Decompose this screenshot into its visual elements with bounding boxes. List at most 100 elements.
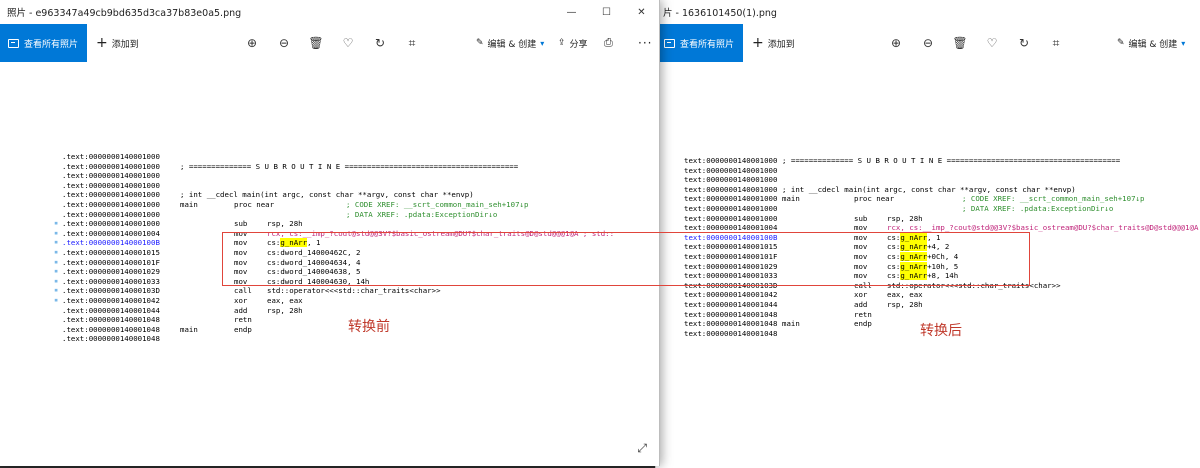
code-op: mov bbox=[234, 228, 248, 238]
code-op bbox=[854, 204, 887, 214]
add-to-button[interactable]: + 添加到 bbox=[87, 36, 139, 50]
more-button[interactable]: ··· bbox=[638, 24, 652, 62]
code-label bbox=[782, 204, 854, 214]
code-args: rsp, 28h bbox=[887, 213, 923, 223]
code-op: add bbox=[234, 305, 248, 315]
print-button[interactable]: ⎙ bbox=[604, 24, 613, 62]
code-addr: .text:0000000140001044 bbox=[62, 305, 160, 315]
share-button[interactable]: ⇪ 分享 bbox=[558, 24, 588, 62]
code-addr: .text:0000000140001004 bbox=[62, 228, 160, 238]
code-line: text:0000000140001042 xor eax, eax bbox=[684, 290, 1198, 300]
code-addr: text:0000000140001004 bbox=[684, 223, 778, 233]
rotate-icon[interactable]: ↻ bbox=[1008, 36, 1040, 50]
code-line: text:0000000140001000 ; ============== S … bbox=[684, 156, 1198, 166]
breakpoint-dot-icon: ▪ bbox=[54, 286, 59, 295]
code-addr: .text:000000014000100B bbox=[62, 238, 160, 248]
zoom-out-icon[interactable]: ⊖ bbox=[268, 36, 300, 50]
edit-create-button[interactable]: ✎ 编辑 & 创建 ▾ bbox=[476, 24, 544, 62]
code-line: .text:0000000140001033 mov cs:dword_140004… bbox=[54, 276, 614, 287]
code-op: call bbox=[234, 286, 252, 296]
code-label bbox=[180, 152, 234, 162]
edit-create-label: 编辑 & 创建 bbox=[1128, 39, 1178, 50]
disassembly-listing: text:0000000140001000 ; ============== S … bbox=[684, 156, 1198, 338]
more-icon: ··· bbox=[638, 36, 653, 50]
code-args: rsp, 28h bbox=[267, 305, 303, 315]
code-addr: .text:0000000140001029 bbox=[62, 267, 160, 277]
code-addr: .text:0000000140001000 bbox=[62, 209, 160, 219]
add-to-label: 添加到 bbox=[111, 39, 139, 50]
code-op: mov bbox=[854, 232, 868, 242]
code-line: text:0000000140001000 ; DATA XREF: .pdata… bbox=[684, 204, 1198, 214]
zoom-in-icon[interactable]: ⊕ bbox=[236, 36, 268, 50]
share-icon: ⇪ bbox=[558, 38, 566, 48]
code-op: mov bbox=[234, 238, 248, 248]
delete-icon[interactable]: 🗑 bbox=[300, 36, 332, 50]
before-caption: 转换前 bbox=[348, 319, 390, 335]
code-label bbox=[180, 229, 234, 239]
code-op: mov bbox=[854, 261, 868, 271]
code-addr: text:0000000140001048 bbox=[684, 328, 778, 338]
code-addr: .text:0000000140001000 bbox=[62, 161, 160, 171]
photos-icon bbox=[8, 38, 19, 48]
code-addr: text:000000014000103D bbox=[684, 280, 778, 290]
code-line: text:0000000140001000 bbox=[684, 175, 1198, 185]
code-label: ; ============== S U B R O U T I N E ===… bbox=[782, 156, 1121, 165]
code-op: retn bbox=[854, 309, 872, 319]
code-op: mov bbox=[234, 276, 248, 286]
crop-icon[interactable]: ⌗ bbox=[396, 36, 428, 51]
desktop: 片 - 1636101450(1).png 查看所有照片 + 添加到 ⊕ ⊖ 🗑… bbox=[0, 0, 1200, 468]
view-all-photos-button[interactable]: 查看所有照片 bbox=[656, 24, 744, 62]
code-addr: text:0000000140001000 bbox=[684, 213, 778, 223]
code-line: text:000000014000100B mov cs:g_nArr, 1 bbox=[684, 232, 1198, 243]
heart-icon[interactable]: ♡ bbox=[332, 36, 364, 50]
crop-icon[interactable]: ⌗ bbox=[1040, 36, 1072, 51]
code-addr: text:0000000140001000 bbox=[684, 165, 778, 175]
code-args: cs:g_nArr+8, 14h bbox=[887, 271, 959, 281]
code-line: text:0000000140001048 retn bbox=[684, 310, 1198, 320]
code-label bbox=[180, 258, 234, 268]
code-addr: .text:0000000140001000 bbox=[62, 171, 160, 181]
code-line: .text:0000000140001000 ; int __cdecl main… bbox=[62, 190, 614, 200]
close-icon[interactable]: ✕ bbox=[624, 0, 659, 24]
code-line: .text:0000000140001000 main proc near ; COD… bbox=[62, 200, 614, 210]
code-label bbox=[782, 262, 854, 272]
code-label: main bbox=[782, 194, 800, 204]
add-to-button[interactable]: + 添加到 bbox=[743, 36, 795, 50]
code-op: retn bbox=[234, 315, 252, 325]
code-label bbox=[180, 219, 234, 229]
zoom-out-icon[interactable]: ⊖ bbox=[912, 36, 944, 50]
code-op: endp bbox=[234, 324, 252, 334]
code-line: .text:0000000140001000 bbox=[62, 171, 614, 181]
code-label bbox=[782, 281, 854, 291]
maximize-icon[interactable]: ☐ bbox=[589, 0, 624, 24]
code-line: .text:0000000140001000 sub rsp, 28h ▪ bbox=[54, 219, 614, 229]
after-caption: 转换后 bbox=[920, 323, 962, 339]
edit-icon: ✎ bbox=[476, 38, 484, 48]
title-bar[interactable]: 照片 - e963347a49cb9bd635d3ca37b83e0a5.png… bbox=[0, 0, 659, 24]
code-op: mov bbox=[854, 271, 868, 281]
code-addr: text:000000014000100B bbox=[684, 232, 778, 242]
code-line: .text:0000000140001000 ; ============== S… bbox=[62, 162, 614, 172]
zoom-in-icon[interactable]: ⊕ bbox=[880, 36, 912, 50]
code-op: mov bbox=[234, 257, 248, 267]
chevron-down-icon: ▾ bbox=[1181, 38, 1186, 48]
code-op bbox=[854, 175, 887, 185]
expand-icon[interactable]: ⤢ bbox=[637, 441, 647, 456]
rotate-icon[interactable]: ↻ bbox=[364, 36, 396, 50]
code-addr: .text:000000014000101F bbox=[62, 257, 160, 267]
view-all-photos-button[interactable]: 查看所有照片 bbox=[0, 24, 88, 62]
code-line: .text:0000000140001048 main endp bbox=[62, 325, 614, 335]
minimize-icon[interactable]: — bbox=[554, 0, 589, 24]
code-addr: text:0000000140001044 bbox=[684, 299, 778, 309]
code-op: mov bbox=[854, 242, 868, 252]
toolbar: 查看所有照片 + 添加到 ⊕ ⊖ 🗑 ♡ ↻ ⌗ ✎ 编辑 & 创建 ▾ bbox=[656, 24, 1200, 62]
edit-create-button[interactable]: ✎ 编辑 & 创建 ▾ bbox=[1117, 24, 1185, 62]
add-to-label: 添加到 bbox=[767, 39, 795, 50]
code-label bbox=[782, 242, 854, 252]
title-bar[interactable]: 片 - 1636101450(1).png bbox=[656, 0, 1200, 24]
code-addr: text:0000000140001048 bbox=[684, 309, 778, 319]
heart-icon[interactable]: ♡ bbox=[976, 36, 1008, 50]
code-comment: ; CODE XREF: __scrt_common_main_seh+107↓… bbox=[962, 194, 1145, 204]
code-op bbox=[234, 190, 267, 200]
delete-icon[interactable]: 🗑 bbox=[944, 36, 976, 50]
